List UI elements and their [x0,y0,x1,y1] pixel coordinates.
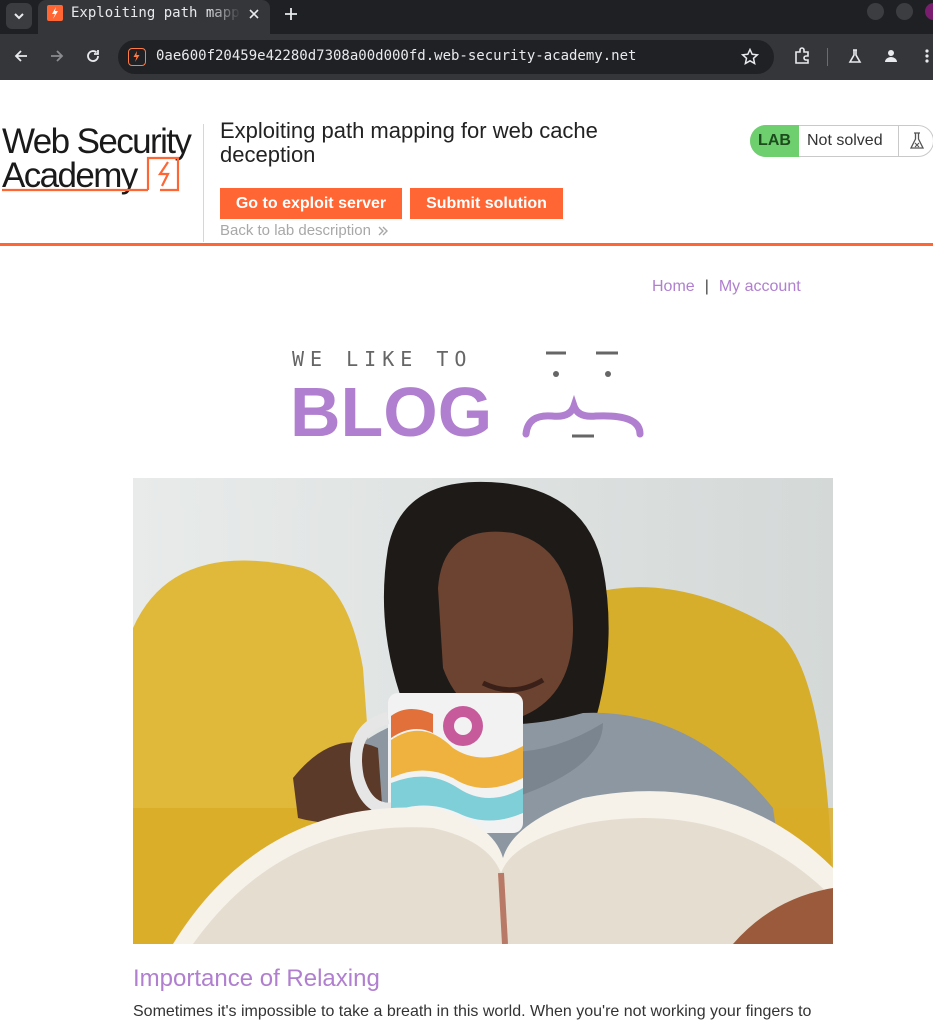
double-chevron-right-icon [378,226,388,235]
nav-separator: | [704,278,709,295]
lab-favicon-icon [47,5,63,21]
labs-flask-icon[interactable] [843,44,867,68]
blog-logo: WE LIKE TO BLOG [290,347,646,451]
browser-toolbar: 0ae600f20459e42280d7308a00d000fd.web-sec… [0,34,933,80]
web-security-academy-logo[interactable]: Web Security Academy [0,120,204,200]
minimize-button[interactable] [867,3,884,20]
kebab-menu-icon[interactable] [915,44,933,68]
post-title-link[interactable]: Importance of Relaxing [133,965,380,993]
back-arrow-icon[interactable] [9,44,33,68]
lab-status-text: Not solved [807,132,883,149]
lab-title: Exploiting path mapping for web cache de… [220,118,598,167]
star-icon[interactable] [738,45,762,69]
woman-reading-illustration [133,478,833,944]
post-image[interactable] [133,478,833,944]
tab-title: Exploiting path mapping for web cache de… [71,5,241,21]
reload-icon[interactable] [81,44,105,68]
browser-tab[interactable]: Exploiting path mapping for web cache de… [38,0,270,34]
site-info-icon[interactable] [128,48,146,66]
browser-tab-strip: Exploiting path mapping for web cache de… [0,0,933,34]
forward-arrow-icon[interactable] [45,44,69,68]
go-to-exploit-server-button[interactable]: Go to exploit server [220,188,402,219]
window-close-button[interactable] [925,3,933,20]
url-text[interactable]: 0ae600f20459e42280d7308a00d000fd.web-sec… [156,48,636,64]
nav-home-link[interactable]: Home [652,278,695,296]
blog-logo-graphic: WE LIKE TO BLOG [290,347,644,451]
maximize-button[interactable] [896,3,913,20]
submit-solution-button[interactable]: Submit solution [410,188,563,219]
close-icon[interactable] [244,4,264,24]
post-summary: Sometimes it's impossible to take a brea… [133,1003,812,1020]
toolbar-divider [827,48,828,66]
address-bar[interactable]: 0ae600f20459e42280d7308a00d000fd.web-sec… [118,40,774,74]
back-link-label: Back to lab description [220,222,371,239]
extensions-icon[interactable] [790,44,814,68]
lab-badge: LAB [750,125,799,157]
lab-status-widget: LAB Not solved [750,125,933,157]
logo-bolt-icon [2,156,180,192]
profile-icon[interactable] [879,44,903,68]
top-nav: Home | My account [652,278,801,296]
flask-icon [898,125,933,157]
plus-icon[interactable] [279,2,303,26]
blog-wordmark: BLOG [290,373,492,440]
lab-header: Web Security Academy Exploiting path map… [0,80,933,246]
header-divider [203,124,204,242]
blog-tagline: WE LIKE TO [292,348,472,371]
tab-search-icon[interactable] [6,3,32,29]
nav-my-account-link[interactable]: My account [719,278,801,296]
back-to-lab-description-link[interactable]: Back to lab description [220,222,389,239]
